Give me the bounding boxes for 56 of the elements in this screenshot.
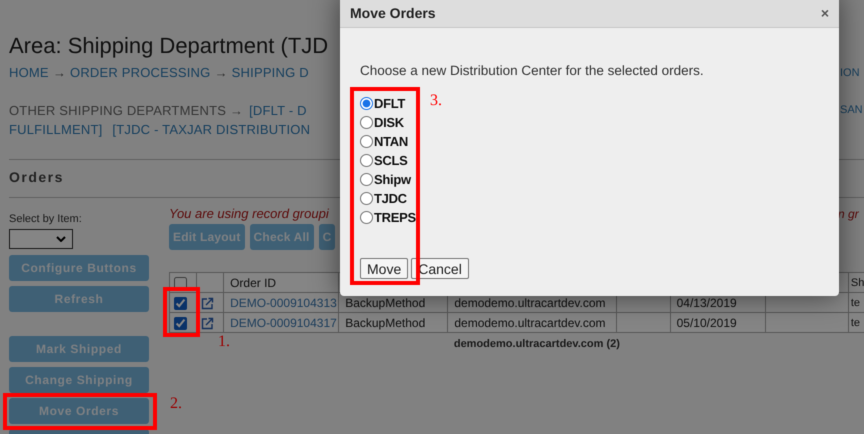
radio-label[interactable]: Shipw: [374, 172, 411, 187]
radio-button[interactable]: [360, 116, 373, 129]
row-checkbox[interactable]: [174, 296, 187, 310]
radio-label[interactable]: DFLT: [374, 96, 406, 111]
dialog-title: Move Orders: [350, 4, 436, 20]
department-link[interactable]: [DFLT - D: [249, 103, 307, 118]
radio-button[interactable]: [360, 154, 373, 167]
select-all-checkbox[interactable]: [174, 276, 187, 290]
row-checkbox[interactable]: [174, 316, 187, 330]
radio-label[interactable]: DISK: [374, 115, 404, 130]
caret-icon: [56, 236, 66, 242]
breadcrumb-link[interactable]: ORDER PROCESSING: [70, 65, 210, 80]
table-cell: BackupMethod: [345, 296, 426, 310]
select-label: Select by Item:: [9, 212, 83, 226]
dialog-button[interactable]: Move: [360, 258, 408, 279]
radio-label[interactable]: TREPS: [374, 210, 416, 225]
section-title: Orders: [9, 168, 65, 187]
department-link[interactable]: SAN: [840, 104, 863, 116]
step-number: 2.: [170, 395, 182, 413]
table-cell: te: [850, 316, 860, 328]
radio-button[interactable]: [360, 173, 373, 186]
breadcrumb-link[interactable]: ION: [840, 67, 860, 79]
radio-button[interactable]: [360, 135, 373, 148]
step-number: 1.: [218, 333, 230, 351]
department-link[interactable]: FULFILLMENT]: [9, 122, 102, 137]
radio-label[interactable]: NTAN: [374, 134, 408, 149]
breadcrumb-link[interactable]: SHIPPING D: [232, 65, 309, 80]
dialog-prompt: Choose a new Distribution Center for the selected orders.: [360, 63, 705, 79]
item-select[interactable]: [9, 229, 73, 249]
radio-label[interactable]: TJDC: [374, 191, 407, 206]
page-title: Area: Shipping Department (TJD: [9, 32, 330, 60]
dialog-button[interactable]: Cancel: [411, 258, 469, 279]
radio-button[interactable]: [360, 192, 373, 205]
other-departments-label: OTHER SHIPPING DEPARTMENTS →: [9, 103, 244, 118]
radio-button[interactable]: [360, 211, 373, 224]
table-cell: demodemo.ultracartdev.com: [454, 296, 606, 310]
breadcrumb-link[interactable]: HOME: [9, 65, 49, 80]
table-cell: 05/10/2019: [676, 316, 737, 330]
department-link[interactable]: [TJDC - TAXJAR DISTRIBUTION: [112, 122, 310, 137]
close-button[interactable]: ×: [820, 4, 829, 20]
radio-label[interactable]: SCLS: [374, 153, 408, 168]
step-number: 3.: [430, 92, 442, 110]
group-total: demodemo.ultracartdev.com (2): [454, 338, 620, 350]
column-header: Order ID: [230, 276, 276, 290]
breadcrumb-separator: →: [214, 65, 228, 80]
grouping-notice: You are using record groupi: [169, 206, 329, 222]
radio-button[interactable]: [360, 97, 373, 110]
column-header: Sh: [850, 276, 864, 288]
highlight-frame: [163, 287, 200, 337]
external-link-icon[interactable]: [201, 296, 214, 310]
external-link-icon[interactable]: [201, 316, 214, 330]
table-cell: BackupMethod: [345, 316, 426, 330]
breadcrumb-separator: →: [52, 65, 66, 80]
table-cell: demodemo.ultracartdev.com: [454, 316, 606, 330]
table-cell: te: [850, 296, 860, 308]
table-cell: 04/13/2019: [676, 296, 737, 310]
